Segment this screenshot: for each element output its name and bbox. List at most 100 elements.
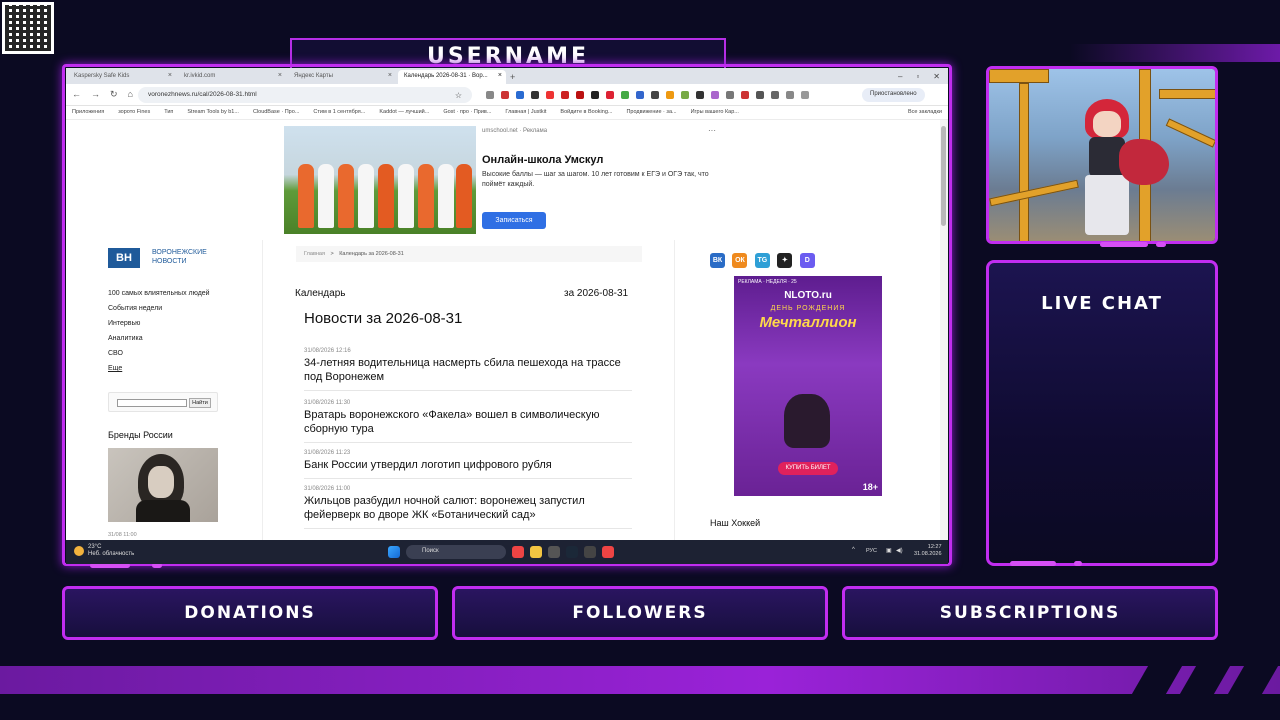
reload-icon[interactable]: ↻ <box>110 89 118 100</box>
url-input[interactable]: voronezhnews.ru/cal/2026-08-31.html ☆ <box>138 87 472 103</box>
forward-icon[interactable]: → <box>91 89 100 100</box>
extension-icon[interactable] <box>696 91 704 99</box>
window-close-icon[interactable]: ✕ <box>933 72 940 81</box>
bookmark-item[interactable]: Войдите в Booking... <box>560 109 612 116</box>
tab-calendar[interactable]: Календарь 2026-08-31 · Вор... × <box>398 70 506 84</box>
bookmark-item[interactable]: Stream Tools by b1... <box>187 109 239 116</box>
close-icon[interactable]: × <box>498 72 502 79</box>
chrome-icon[interactable] <box>602 546 614 558</box>
side-search-button[interactable]: Найти <box>189 398 211 408</box>
site-logo[interactable]: ВН <box>108 248 140 268</box>
network-icon[interactable]: ▣ <box>886 547 892 554</box>
close-icon[interactable]: × <box>278 72 282 79</box>
extension-icon[interactable] <box>546 91 554 99</box>
side-nav-link[interactable]: События недели <box>108 301 210 316</box>
lottery-ad[interactable]: РЕКЛАМА · НЕДЕЛЯ · 25 NLOTO.ru ДЕНЬ РОЖД… <box>734 276 882 496</box>
extension-icon[interactable] <box>606 91 614 99</box>
close-icon[interactable]: × <box>168 72 172 79</box>
vk-icon[interactable]: ВК <box>710 253 725 268</box>
telegram-icon[interactable]: TG <box>754 253 770 268</box>
taskbar-search[interactable]: Поиск <box>406 545 506 559</box>
bookmark-item[interactable]: Kaddot — лучший... <box>379 109 429 116</box>
side-nav-link[interactable]: Аналитика <box>108 331 210 346</box>
extension-icon[interactable] <box>501 91 509 99</box>
bookmark-item[interactable]: Приложения <box>72 109 104 116</box>
extension-icon[interactable] <box>741 91 749 99</box>
bookmark-item[interactable]: зорото Fines <box>118 109 150 116</box>
extension-icon[interactable] <box>531 91 539 99</box>
dzen-icon[interactable]: D <box>799 253 815 268</box>
windows-start-icon[interactable] <box>388 546 400 558</box>
bookmark-item[interactable]: Стим в 1 сентября... <box>313 109 365 116</box>
brands-image[interactable] <box>108 448 218 522</box>
extension-icon[interactable] <box>666 91 674 99</box>
extension-icon[interactable] <box>516 91 524 99</box>
side-nav-link[interactable]: 100 самых влиятельных людей <box>108 286 210 301</box>
news-title[interactable]: Вратарь воронежского «Факела» вошел в си… <box>304 408 632 436</box>
promo-image[interactable] <box>284 126 476 234</box>
extension-icon[interactable] <box>681 91 689 99</box>
all-bookmarks[interactable]: Все закладки <box>908 109 942 116</box>
news-title[interactable]: 34-летняя водительница насмерть сбила пе… <box>304 356 632 384</box>
side-nav-more[interactable]: Еще <box>108 361 210 376</box>
news-item[interactable]: 31/08/2026 11:30 Вратарь воронежского «Ф… <box>304 400 632 443</box>
obs-icon[interactable] <box>584 546 596 558</box>
home-icon[interactable]: ⌂ <box>128 89 133 100</box>
more-icon[interactable]: ··· <box>708 126 716 135</box>
ok-icon[interactable]: ОК <box>732 253 748 268</box>
close-icon[interactable]: × <box>388 72 392 79</box>
promo-title[interactable]: Онлайн-школа Умскул <box>482 154 603 166</box>
tab-kaspersky[interactable]: Kaspersky Safe Kids × <box>68 70 176 84</box>
puzzle-icon[interactable] <box>801 91 809 99</box>
bookmark-item[interactable]: Gost · про · Прив... <box>443 109 491 116</box>
bookmark-item[interactable]: CloudBase · Про... <box>253 109 299 116</box>
news-title[interactable]: Жильцов разбудил ночной салют: воронежец… <box>304 494 632 522</box>
clock[interactable]: 12:27 31.08.2026 <box>914 544 942 558</box>
weather-icon[interactable] <box>74 546 84 556</box>
extension-icon[interactable] <box>771 91 779 99</box>
bookmark-item[interactable]: Главная | Justkit <box>505 109 546 116</box>
tab-ivkid[interactable]: kr.ivkid.com × <box>178 70 286 84</box>
extension-icon[interactable] <box>711 91 719 99</box>
site-name[interactable]: ВОРОНЕЖСКИЕ НОВОСТИ <box>152 248 207 266</box>
ad-buy-button[interactable]: КУПИТЬ БИЛЕТ <box>778 462 838 475</box>
promo-signup-button[interactable]: Записаться <box>482 212 546 229</box>
side-search-input[interactable] <box>117 399 187 407</box>
news-item[interactable]: 31/08/2026 11:00 Жильцов разбудил ночной… <box>304 486 632 529</box>
extension-icon[interactable] <box>786 91 794 99</box>
extension-icon[interactable] <box>636 91 644 99</box>
app-icon[interactable] <box>548 546 560 558</box>
profile-button[interactable]: Приостановлено <box>862 88 925 102</box>
star-icon[interactable]: ☆ <box>455 91 462 100</box>
tab-yandex-maps[interactable]: Яндекс Карты × <box>288 70 396 84</box>
extension-icon[interactable] <box>561 91 569 99</box>
breadcrumb-home[interactable]: Главная <box>304 251 325 257</box>
extension-icon[interactable] <box>591 91 599 99</box>
volume-icon[interactable]: ◀) <box>896 547 903 554</box>
extension-icon[interactable] <box>486 91 494 99</box>
scrollbar-thumb[interactable] <box>941 126 946 226</box>
language-indicator[interactable]: РУС <box>866 548 877 554</box>
news-title[interactable]: Банк России утвердил логотип цифрового р… <box>304 458 632 472</box>
news-item[interactable]: 31/08/2026 12:16 34-летняя водительница … <box>304 348 632 391</box>
maximize-icon[interactable]: ▫ <box>916 72 919 81</box>
weather-widget[interactable]: 23°C Неб. облачность <box>88 544 134 558</box>
news-item[interactable]: 31/08/2026 11:23 Банк России утвердил ло… <box>304 450 632 479</box>
bookmark-item[interactable]: Продвижение · за... <box>626 109 676 116</box>
minimize-icon[interactable]: – <box>898 72 902 81</box>
new-tab-icon[interactable]: + <box>510 72 515 84</box>
back-icon[interactable]: ← <box>72 89 81 100</box>
bookmark-item[interactable]: Тип <box>164 109 173 116</box>
zen-icon[interactable]: ✦ <box>777 253 793 268</box>
tray-chevron-icon[interactable]: ^ <box>852 547 855 553</box>
side-nav-link[interactable]: СВО <box>108 346 210 361</box>
extension-icon[interactable] <box>576 91 584 99</box>
extension-icon[interactable] <box>726 91 734 99</box>
steam-icon[interactable] <box>566 546 578 558</box>
folder-icon[interactable] <box>530 546 542 558</box>
promo-source[interactable]: umschool.net · Реклама <box>482 128 547 134</box>
extension-icon[interactable] <box>756 91 764 99</box>
chrome-icon[interactable] <box>512 546 524 558</box>
extension-icon[interactable] <box>621 91 629 99</box>
side-nav-link[interactable]: Интервью <box>108 316 210 331</box>
